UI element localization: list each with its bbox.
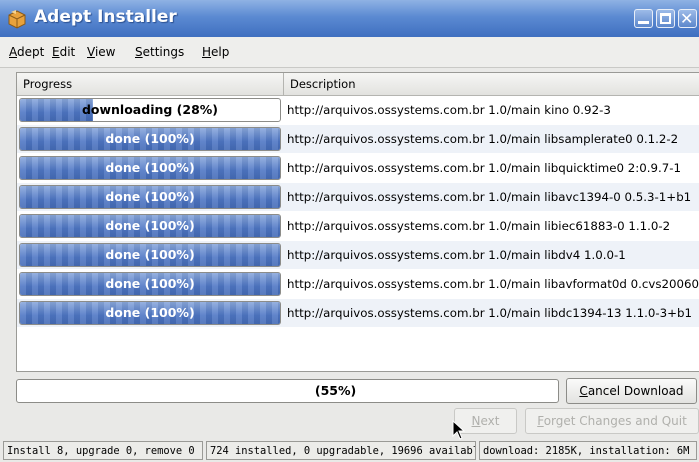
row-progress-bar: downloading (28%) <box>19 98 281 122</box>
column-header-description[interactable]: Description <box>284 73 699 95</box>
menu-edit[interactable]: Edit <box>52 45 75 59</box>
table-row[interactable]: done (100%) http://arquivos.ossystems.com… <box>17 299 699 327</box>
row-description: http://arquivos.ossystems.com.br 1.0/mai… <box>287 248 626 262</box>
row-status: downloading (28%) <box>81 102 219 117</box>
column-header-progress[interactable]: Progress <box>17 73 284 95</box>
row-description: http://arquivos.ossystems.com.br 1.0/mai… <box>287 103 611 117</box>
row-progress-bar: done (100%) <box>19 214 281 238</box>
row-description: http://arquivos.ossystems.com.br 1.0/mai… <box>287 306 692 320</box>
table-row[interactable]: done (100%) http://arquivos.ossystems.com… <box>17 212 699 240</box>
row-description: http://arquivos.ossystems.com.br 1.0/mai… <box>287 132 679 146</box>
status-changes: Install 8, upgrade 0, remove 0 <box>3 441 203 460</box>
status-sizes: download: 2185K, installation: 6M <box>479 441 697 460</box>
table-row[interactable]: done (100%) http://arquivos.ossystems.com… <box>17 154 699 182</box>
row-status: done (100%) <box>105 160 195 175</box>
row-progress-bar: done (100%) <box>19 127 281 151</box>
row-description: http://arquivos.ossystems.com.br 1.0/mai… <box>287 277 699 291</box>
download-list[interactable]: Progress Description downloading (28%) ht… <box>16 72 699 372</box>
menu-help[interactable]: Help <box>202 45 229 59</box>
row-progress-bar: done (100%) <box>19 272 281 296</box>
window-title: Adept Installer <box>34 7 177 27</box>
overall-progress-label: Downloading (55%) <box>17 380 558 402</box>
row-description: http://arquivos.ossystems.com.br 1.0/mai… <box>287 161 682 175</box>
row-progress-bar: done (100%) <box>19 301 281 325</box>
row-progress-bar: done (100%) <box>19 243 281 267</box>
table-row[interactable]: done (100%) http://arquivos.ossystems.com… <box>17 183 699 211</box>
maximize-button[interactable] <box>656 9 675 28</box>
table-row[interactable]: done (100%) http://arquivos.ossystems.com… <box>17 125 699 153</box>
table-row[interactable]: done (100%) http://arquivos.ossystems.com… <box>17 270 699 298</box>
overall-progress-bar: Downloading (55%) <box>16 379 559 403</box>
mouse-pointer-icon <box>452 420 466 440</box>
row-status: done (100%) <box>105 189 195 204</box>
status-bar: Install 8, upgrade 0, remove 0 724 insta… <box>0 438 699 462</box>
row-status: done (100%) <box>105 131 195 146</box>
maximize-icon <box>660 13 671 24</box>
row-progress-bar: done (100%) <box>19 156 281 180</box>
table-row[interactable]: downloading (28%) http://arquivos.ossyste… <box>17 96 699 124</box>
row-description: http://arquivos.ossystems.com.br 1.0/mai… <box>287 190 692 204</box>
menu-view[interactable]: View <box>87 45 115 59</box>
status-packages: 724 installed, 0 upgradable, 19696 avail… <box>206 441 476 460</box>
minimize-icon <box>638 21 649 24</box>
row-status: done (100%) <box>105 247 195 262</box>
close-button[interactable]: ✕ <box>678 9 697 28</box>
list-header: Progress Description <box>17 73 699 96</box>
menu-adept[interactable]: Adept <box>9 45 44 59</box>
row-status: done (100%) <box>105 305 195 320</box>
row-status: done (100%) <box>105 218 195 233</box>
row-description: http://arquivos.ossystems.com.br 1.0/mai… <box>287 219 671 233</box>
title-bar: Adept Installer ✕ <box>0 0 699 37</box>
table-row[interactable]: done (100%) http://arquivos.ossystems.com… <box>17 241 699 269</box>
close-icon: ✕ <box>680 9 694 28</box>
menu-settings[interactable]: Settings <box>135 45 184 59</box>
cancel-download-button[interactable]: Cancel Download <box>566 378 697 404</box>
menu-bar: Adept Edit View Settings Help <box>0 37 699 68</box>
row-status: done (100%) <box>105 276 195 291</box>
row-progress-bar: done (100%) <box>19 185 281 209</box>
forget-changes-button[interactable]: Forget Changes and Quit <box>525 408 699 434</box>
package-icon <box>8 10 26 29</box>
minimize-button[interactable] <box>634 9 653 28</box>
